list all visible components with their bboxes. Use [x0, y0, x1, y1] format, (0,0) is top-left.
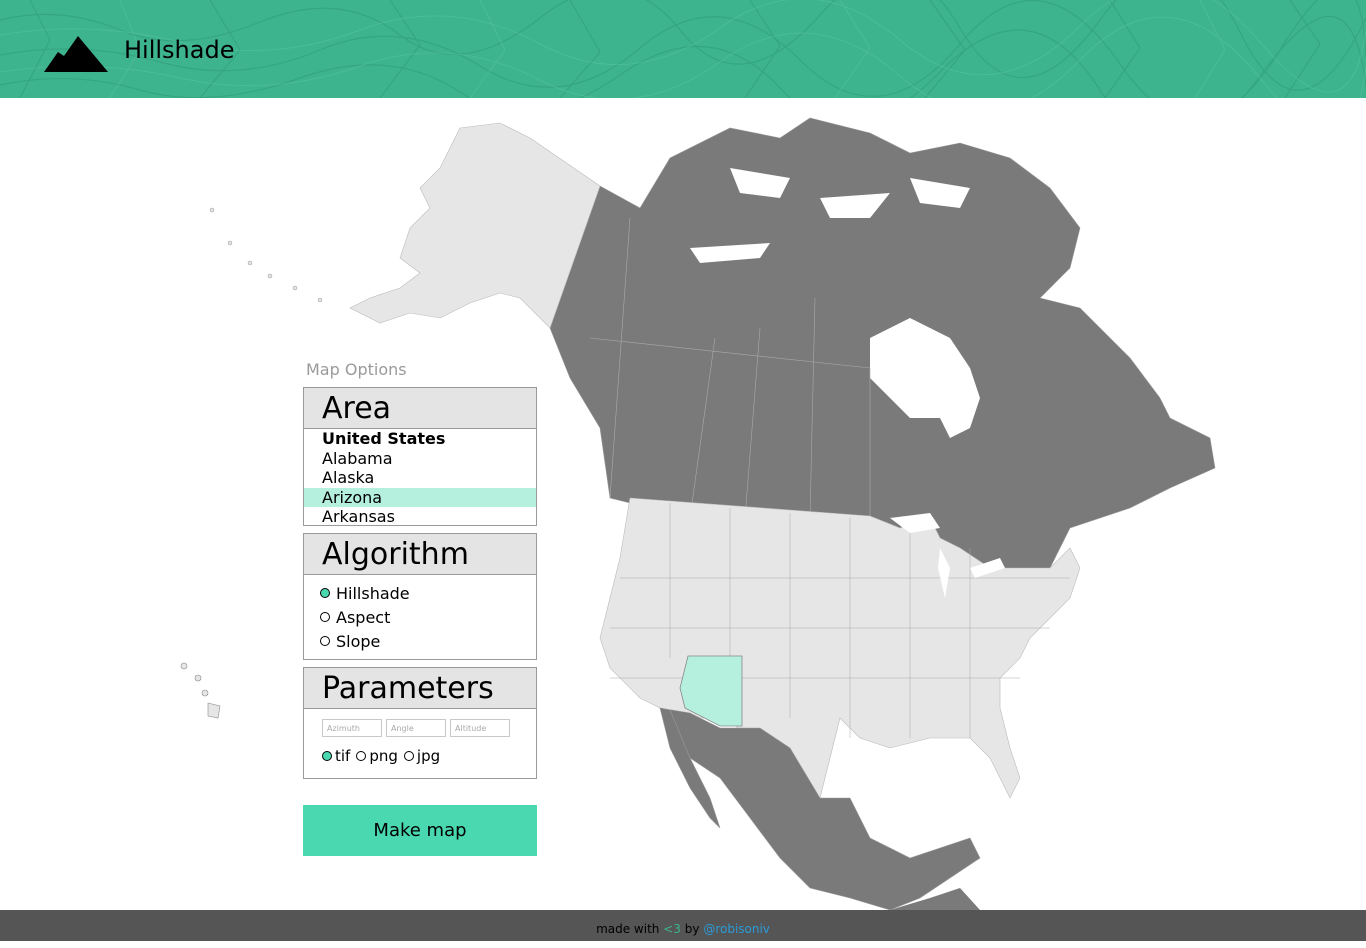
- area-list[interactable]: United States Alabama Alaska Arizona Ark…: [304, 429, 536, 524]
- radio-unchecked-icon[interactable]: [356, 751, 367, 761]
- author-link[interactable]: @robisoniv: [703, 922, 770, 936]
- brand-title[interactable]: Hillshade: [124, 36, 234, 64]
- area-heading: Area: [304, 388, 536, 429]
- area-selector: Area United States Alabama Alaska Arizon…: [303, 387, 537, 526]
- format-option-png[interactable]: png: [356, 747, 398, 765]
- heart-text: <3: [663, 922, 681, 936]
- radio-unchecked-icon[interactable]: [403, 751, 414, 761]
- algorithm-option-aspect[interactable]: Aspect: [304, 605, 536, 629]
- format-label: png: [369, 747, 398, 765]
- radio-unchecked-icon[interactable]: [320, 636, 330, 646]
- map-options-caption: Map Options: [306, 360, 407, 379]
- area-item-arkansas[interactable]: Arkansas: [304, 507, 536, 524]
- area-item-united-states[interactable]: United States: [304, 429, 536, 449]
- altitude-input[interactable]: [450, 719, 510, 737]
- area-item-alabama[interactable]: Alabama: [304, 449, 536, 469]
- algorithm-heading: Algorithm: [304, 534, 536, 575]
- parameters-panel: Parameters tif png jpg: [303, 667, 537, 779]
- radio-checked-icon[interactable]: [322, 751, 332, 761]
- header-banner: Hillshade: [0, 0, 1366, 98]
- parameters-heading: Parameters: [304, 668, 536, 709]
- angle-input[interactable]: [386, 719, 446, 737]
- algorithm-option-slope[interactable]: Slope: [304, 629, 536, 653]
- algorithm-label: Slope: [336, 631, 381, 651]
- format-label: jpg: [416, 747, 441, 765]
- algorithm-selector: Algorithm Hillshade Aspect Slope: [303, 533, 537, 660]
- algorithm-option-hillshade[interactable]: Hillshade: [304, 581, 536, 605]
- radio-unchecked-icon[interactable]: [320, 612, 330, 622]
- algorithm-label: Hillshade: [336, 583, 410, 603]
- hawaii-islands[interactable]: [180, 662, 221, 719]
- radio-checked-icon[interactable]: [320, 588, 330, 598]
- make-map-button[interactable]: Make map: [303, 805, 537, 856]
- area-item-alaska[interactable]: Alaska: [304, 468, 536, 488]
- format-label: tif: [335, 747, 351, 765]
- format-option-jpg[interactable]: jpg: [403, 747, 441, 765]
- azimuth-input[interactable]: [322, 719, 382, 737]
- format-option-tif[interactable]: tif: [322, 747, 350, 765]
- aleutian-islands: [209, 207, 323, 303]
- area-item-arizona[interactable]: Arizona: [304, 487, 536, 507]
- footer-credit: made with <3 by @robisoniv: [596, 922, 770, 936]
- footer-by: by: [684, 922, 700, 936]
- algorithm-label: Aspect: [336, 607, 391, 627]
- mountain-icon[interactable]: [44, 34, 108, 74]
- footer: made with <3 by @robisoniv: [0, 910, 1366, 941]
- footer-prefix: made with: [596, 922, 660, 936]
